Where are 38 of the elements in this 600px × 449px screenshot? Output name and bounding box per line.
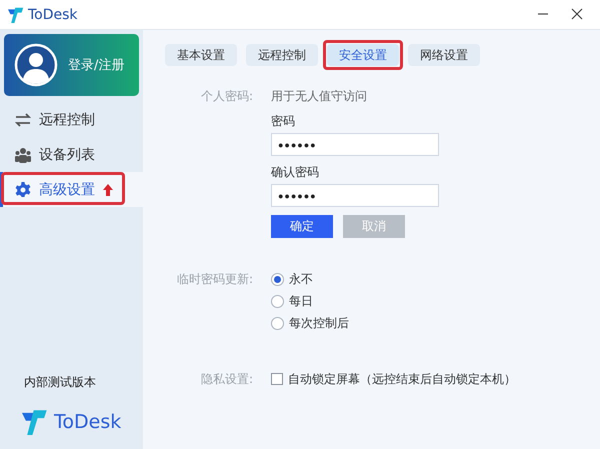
radio-button[interactable]	[271, 272, 284, 286]
login-label: 登录/注册	[68, 57, 124, 74]
field-label: 临时密码更新:	[176, 271, 253, 288]
window-title: ToDesk	[28, 6, 79, 22]
hint-text: 用于无人值守访问	[271, 88, 367, 105]
users-icon	[15, 146, 31, 162]
nav-item[interactable]: 设备列表	[0, 137, 143, 172]
settings-tab[interactable]: 网络设置	[408, 44, 480, 66]
settings-tab[interactable]: 基本设置	[165, 44, 237, 66]
logo-icon	[22, 409, 48, 435]
radio-option[interactable]: 永不	[271, 268, 313, 290]
field-label: 隐私设置:	[200, 371, 253, 388]
nav-label: 设备列表	[39, 146, 95, 164]
logo-icon	[8, 6, 24, 22]
swap-arrows-icon	[15, 112, 31, 126]
field-label: 确认密码	[271, 164, 319, 181]
field-label: 个人密码:	[200, 88, 253, 105]
brand-name: ToDesk	[54, 411, 122, 433]
settings-tab[interactable]: 远程控制	[246, 44, 318, 66]
confirm-password-field[interactable]: ●●●●●●	[271, 184, 439, 207]
confirm-button[interactable]: 确定	[271, 215, 333, 238]
field-label: 密码	[271, 113, 295, 130]
checkbox[interactable]	[271, 373, 283, 385]
password-field[interactable]: ●●●●●●	[271, 133, 439, 156]
radio-button[interactable]	[271, 294, 284, 308]
nav-label: 高级设置	[39, 180, 95, 198]
settings-icon	[15, 182, 31, 198]
radio-option[interactable]: 每日	[271, 290, 313, 312]
radio-button[interactable]	[271, 316, 284, 330]
nav-item[interactable]: 高级设置	[0, 172, 143, 207]
nav-label: 远程控制	[39, 110, 95, 128]
radio-option[interactable]: 每次控制后	[271, 312, 349, 334]
nav-item[interactable]: 远程控制	[0, 102, 143, 137]
close-icon	[571, 8, 583, 20]
version-label: 内部测试版本	[23, 374, 97, 391]
checkbox-option[interactable]: 自动锁定屏幕（远控结束后自动锁定本机）	[271, 368, 516, 390]
login-card[interactable]: 登录/注册	[4, 34, 139, 96]
avatar-icon	[14, 43, 58, 87]
